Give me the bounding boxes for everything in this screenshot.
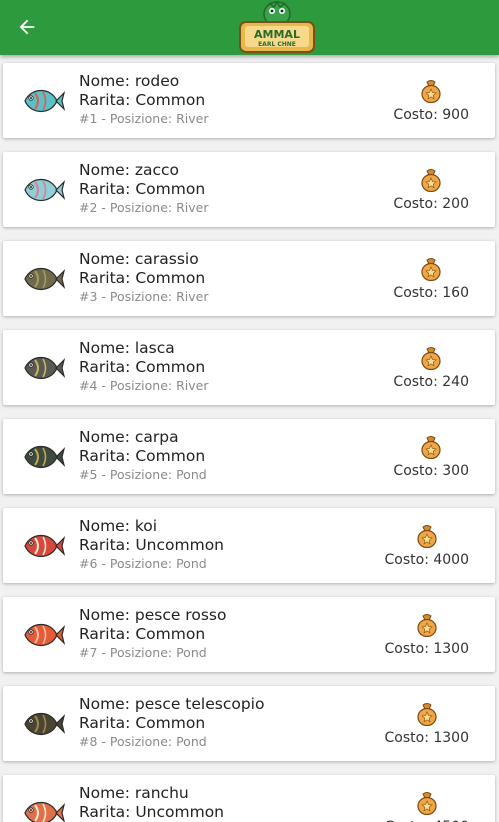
fish-icon bbox=[24, 801, 65, 822]
fish-card[interactable]: Nome: pesce rosso Rarita: Common #7 - Posi… bbox=[3, 597, 495, 672]
fish-cost: Costo: 200 bbox=[393, 196, 469, 212]
fish-info: Nome: rodeo Rarita: Common #1 - Posizione:… bbox=[79, 72, 379, 127]
fish-cost: Costo: 900 bbox=[393, 107, 469, 123]
fish-meta: #2 - Posizione: River bbox=[79, 200, 209, 215]
fish-meta: #7 - Posizione: Pond bbox=[79, 645, 207, 660]
fish-icon bbox=[24, 267, 65, 291]
bell-bag-icon bbox=[421, 169, 441, 192]
fish-name: Nome: zacco bbox=[79, 161, 180, 179]
cost-box: Costo: 1300 bbox=[349, 613, 469, 663]
bell-bag-icon bbox=[417, 792, 437, 815]
fish-name: Nome: rodeo bbox=[79, 72, 180, 90]
fish-info: Nome: carpa Rarita: Common #5 - Posizione:… bbox=[79, 428, 379, 483]
fish-cost: Costo: 1300 bbox=[384, 641, 470, 657]
fish-card[interactable]: Nome: pesce telescopio Rarita: Common #8 -… bbox=[3, 686, 495, 761]
cost-box: Costo: 300 bbox=[349, 435, 469, 485]
fish-cost: Costo: 160 bbox=[393, 285, 469, 301]
fish-meta: #5 - Posizione: Pond bbox=[79, 467, 207, 482]
fish-cost: Costo: 240 bbox=[393, 374, 469, 390]
fish-card[interactable]: Nome: ranchuRarita: Uncommon Costo: 4500 bbox=[3, 775, 495, 822]
fish-info: Nome: carassio Rarita: Common #3 - Posizio… bbox=[79, 250, 379, 305]
fish-info: Nome: koi Rarita: Uncommon #6 - Posizione:… bbox=[79, 517, 379, 572]
cost-box: Costo: 900 bbox=[349, 79, 469, 129]
back-button[interactable] bbox=[8, 8, 46, 46]
fish-icon bbox=[24, 623, 65, 647]
cost-box: Costo: 4000 bbox=[349, 524, 469, 574]
fish-cost: Costo: 4500 bbox=[385, 818, 470, 822]
svg-text:AMMAL: AMMAL bbox=[254, 28, 300, 41]
fish-rarity: Rarita: Common bbox=[79, 180, 206, 198]
fish-meta: #4 - Posizione: River bbox=[79, 378, 209, 393]
bell-bag-icon bbox=[421, 258, 441, 281]
bell-bag-icon bbox=[421, 80, 441, 103]
bell-bag-icon bbox=[417, 703, 437, 726]
cost-box: Costo: 160 bbox=[349, 257, 469, 307]
bell-bag-icon bbox=[421, 436, 441, 459]
fish-card[interactable]: Nome: rodeo Rarita: Common #1 - Posizione:… bbox=[3, 63, 495, 138]
bell-bag-icon bbox=[417, 614, 437, 637]
fish-card[interactable]: Nome: carassio Rarita: Common #3 - Posizio… bbox=[3, 241, 495, 316]
fish-info: Nome: lasca Rarita: Common #4 - Posizione:… bbox=[79, 339, 379, 394]
fish-info: Nome: zacco Rarita: Common #2 - Posizione:… bbox=[79, 161, 379, 216]
fish-icon bbox=[24, 712, 65, 736]
fish-list[interactable]: Nome: rodeo Rarita: Common #1 - Posizione:… bbox=[0, 55, 499, 822]
fish-name: Nome: pesce rosso bbox=[79, 606, 227, 624]
cost-box: Costo: 200 bbox=[349, 168, 469, 218]
fish-icon bbox=[24, 534, 65, 558]
fish-rarity: Rarita: Uncommon bbox=[79, 803, 225, 821]
svg-text:EARL CHNE: EARL CHNE bbox=[258, 41, 296, 48]
fish-rarity: Rarita: Common bbox=[79, 269, 206, 287]
fish-rarity: Rarita: Common bbox=[79, 91, 206, 109]
cost-box: Costo: 1300 bbox=[349, 702, 469, 752]
fish-name: Nome: ranchu bbox=[79, 784, 189, 802]
fish-icon bbox=[24, 178, 65, 202]
fish-cost: Costo: 4000 bbox=[384, 552, 470, 568]
fish-rarity: Rarita: Common bbox=[79, 625, 206, 643]
arrow-left-icon bbox=[19, 19, 35, 35]
fish-card[interactable]: Nome: lasca Rarita: Common #4 - Posizione:… bbox=[3, 330, 495, 405]
fish-cost: Costo: 300 bbox=[393, 463, 469, 479]
fish-info: Nome: pesce rosso Rarita: Common #7 - Posi… bbox=[79, 606, 379, 661]
app-logo: AMMAL EARL CHNE bbox=[239, 0, 315, 53]
fish-card[interactable]: Nome: carpa Rarita: Common #5 - Posizione:… bbox=[3, 419, 495, 494]
fish-name: Nome: koi bbox=[79, 517, 158, 535]
fish-cost: Costo: 1300 bbox=[384, 730, 470, 746]
fish-icon bbox=[24, 89, 65, 113]
app-bar: AMMAL EARL CHNE bbox=[0, 0, 499, 55]
fish-icon bbox=[24, 445, 65, 469]
bell-bag-icon bbox=[417, 525, 437, 548]
fish-meta: #8 - Posizione: Pond bbox=[79, 734, 207, 749]
fish-rarity: Rarita: Common bbox=[79, 358, 206, 376]
fish-rarity: Rarita: Common bbox=[79, 447, 206, 465]
fish-name: Nome: carpa bbox=[79, 428, 179, 446]
fish-name: Nome: pesce telescopio bbox=[79, 695, 265, 713]
fish-meta: #3 - Posizione: River bbox=[79, 289, 209, 304]
fish-rarity: Rarita: Uncommon bbox=[79, 536, 225, 554]
cost-box: Costo: 4500 bbox=[349, 791, 469, 822]
fish-rarity: Rarita: Common bbox=[79, 714, 206, 732]
fish-icon bbox=[24, 356, 65, 380]
fish-info: Nome: ranchu Rarita: Uncommon bbox=[79, 784, 379, 822]
fish-meta: #6 - Posizione: Pond bbox=[79, 556, 207, 571]
cost-box: Costo: 240 bbox=[349, 346, 469, 396]
fish-name: Nome: carassio bbox=[79, 250, 199, 268]
fish-meta: #1 - Posizione: River bbox=[79, 111, 209, 126]
fish-card[interactable]: Nome: zacco Rarita: Common #2 - Posizione:… bbox=[3, 152, 495, 227]
fish-info: Nome: pesce telescopio Rarita: Common #8 -… bbox=[79, 695, 379, 750]
bell-bag-icon bbox=[421, 347, 441, 370]
fish-name: Nome: lasca bbox=[79, 339, 175, 357]
fish-card[interactable]: Nome: koi Rarita: Uncommon #6 - Posizione:… bbox=[3, 508, 495, 583]
